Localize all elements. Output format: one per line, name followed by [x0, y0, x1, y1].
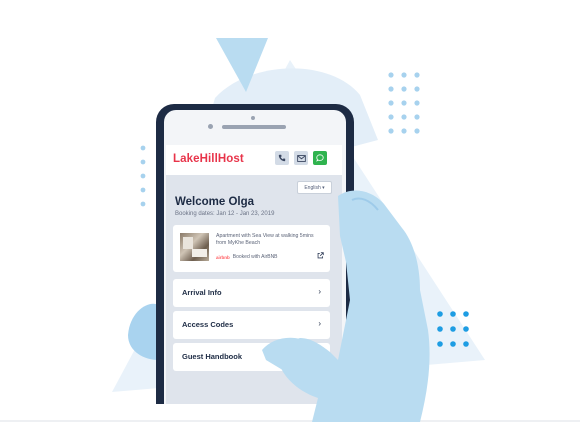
hand-illustration	[262, 190, 430, 422]
thumb-shape	[262, 337, 339, 386]
hand-shape	[270, 190, 430, 422]
